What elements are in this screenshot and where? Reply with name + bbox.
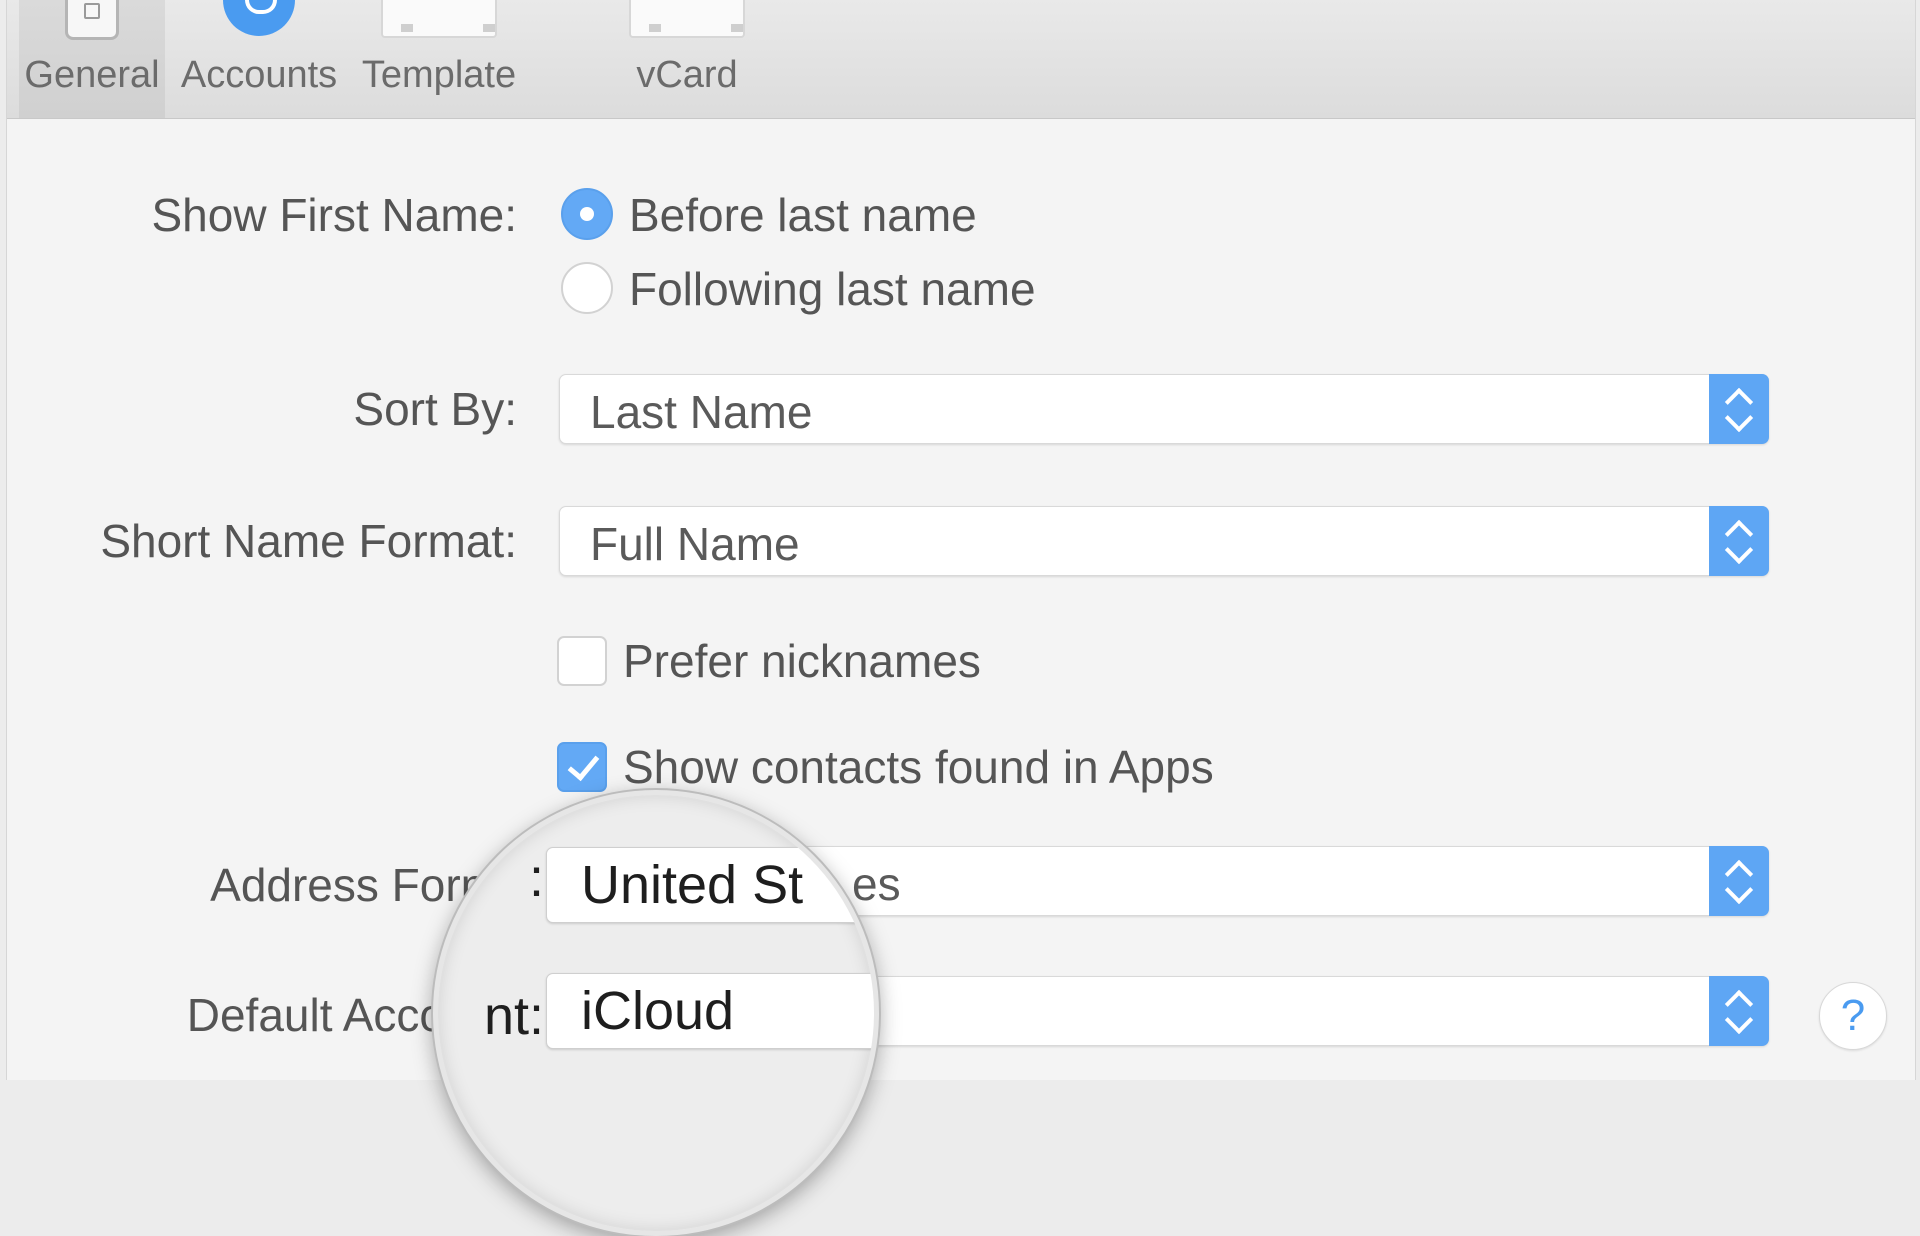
magnified-default-label: nt: bbox=[483, 986, 544, 1046]
short-name-format-label: Short Name Format: bbox=[100, 515, 517, 567]
magnified-default-account-value: iCloud bbox=[581, 981, 735, 1041]
template-icon bbox=[381, 0, 497, 38]
magnified-address-field: United St bbox=[546, 847, 874, 923]
radio-before-last-name[interactable] bbox=[561, 188, 613, 240]
tab-general[interactable]: General bbox=[19, 0, 165, 118]
address-format-label: Address Form bbox=[210, 859, 499, 911]
vcard-icon bbox=[629, 0, 745, 38]
show-first-name-label: Show First Name: bbox=[151, 189, 517, 241]
prefer-nicknames-label[interactable]: Prefer nicknames bbox=[623, 634, 981, 688]
sort-by-label: Sort By: bbox=[353, 383, 517, 435]
address-format-stepper-icon[interactable] bbox=[1709, 846, 1769, 916]
tab-template[interactable]: Template bbox=[343, 0, 535, 118]
tab-template-label: Template bbox=[361, 54, 517, 96]
default-account-stepper-icon[interactable] bbox=[1709, 976, 1769, 1046]
tab-vcard[interactable]: vCard bbox=[607, 0, 767, 118]
preferences-window: General Accounts Template vCard Show Fir… bbox=[6, 0, 1916, 1236]
show-contacts-in-apps-checkbox[interactable] bbox=[557, 742, 607, 792]
magnified-address-label: : bbox=[528, 848, 544, 908]
option-before-last-name[interactable]: Before last name bbox=[629, 188, 977, 242]
show-contacts-in-apps-label[interactable]: Show contacts found in Apps bbox=[623, 740, 1214, 794]
sort-by-stepper-icon[interactable] bbox=[1709, 374, 1769, 444]
help-icon[interactable]: ? bbox=[1819, 982, 1887, 1050]
preferences-toolbar: General Accounts Template vCard bbox=[7, 0, 1915, 119]
magnifier-lens: : United St nt: iCloud bbox=[433, 790, 879, 1236]
short-name-format-value: Full Name bbox=[590, 518, 800, 570]
tab-accounts[interactable]: Accounts bbox=[169, 0, 349, 118]
short-name-format-stepper-icon[interactable] bbox=[1709, 506, 1769, 576]
sort-by-value: Last Name bbox=[590, 386, 813, 438]
option-following-last-name[interactable]: Following last name bbox=[629, 262, 1036, 316]
default-account-label: Default Acco bbox=[186, 989, 445, 1041]
sort-by-select[interactable]: Last Name bbox=[559, 374, 1769, 444]
tab-vcard-label: vCard bbox=[636, 54, 738, 96]
tab-accounts-label: Accounts bbox=[180, 54, 338, 96]
radio-following-last-name[interactable] bbox=[561, 262, 613, 314]
tab-general-label: General bbox=[24, 54, 160, 96]
magnified-default-account-field: iCloud bbox=[546, 973, 874, 1049]
accounts-icon bbox=[223, 0, 295, 36]
magnified-address-value: United St bbox=[581, 855, 804, 915]
prefer-nicknames-checkbox[interactable] bbox=[557, 636, 607, 686]
short-name-format-select[interactable]: Full Name bbox=[559, 506, 1769, 576]
general-icon bbox=[65, 0, 119, 40]
